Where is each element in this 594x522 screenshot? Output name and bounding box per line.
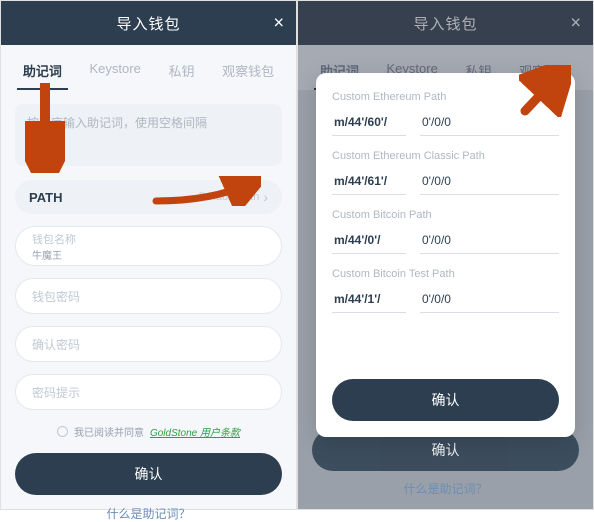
confirm-button[interactable]: 确认 bbox=[15, 453, 282, 495]
path-suffix-input[interactable]: 0'/0/0 bbox=[420, 170, 559, 195]
modal-confirm-button[interactable]: 确认 bbox=[332, 379, 559, 421]
close-icon[interactable]: × bbox=[273, 13, 284, 34]
form-body: 按顺序输入助记词，使用空格间隔 PATH Default Path › 钱包名称… bbox=[1, 90, 296, 522]
path-prefix-input[interactable]: m/44'/1'/ bbox=[332, 288, 406, 313]
screen-import-wallet: 导入钱包 × 助记词 Keystore 私钥 观察钱包 按顺序输入助记词，使用空… bbox=[0, 0, 297, 510]
header: 导入钱包 × bbox=[1, 1, 296, 45]
agree-checkbox[interactable] bbox=[57, 426, 68, 437]
path-modal: Custom Ethereum Path m/44'/60'/ 0'/0/0 C… bbox=[316, 73, 575, 437]
tab-keystore[interactable]: Keystore bbox=[86, 55, 145, 90]
mnemonic-placeholder: 按顺序输入助记词，使用空格间隔 bbox=[27, 116, 207, 130]
confirm-password-field[interactable]: 确认密码 bbox=[15, 326, 282, 362]
agreement-row: 我已阅读并同意 GoldStone 用户条款 bbox=[15, 424, 282, 439]
path-prefix-input[interactable]: m/44'/0'/ bbox=[332, 229, 406, 254]
wallet-name-label: 钱包名称 bbox=[32, 231, 76, 247]
wallet-name-value: 牛魔王 bbox=[32, 247, 62, 262]
agree-text: 我已阅读并同意 bbox=[74, 424, 144, 439]
terms-link[interactable]: GoldStone 用户条款 bbox=[150, 424, 240, 439]
path-row[interactable]: PATH Default Path › bbox=[15, 180, 282, 214]
path-group-label: Custom Bitcoin Test Path bbox=[332, 268, 559, 280]
tab-watchonly[interactable]: 观察钱包 bbox=[218, 55, 278, 90]
password-hint-field[interactable]: 密码提示 bbox=[15, 374, 282, 410]
path-group-btc: Custom Bitcoin Path m/44'/0'/ 0'/0/0 bbox=[332, 209, 559, 254]
tab-mnemonic[interactable]: 助记词 bbox=[19, 55, 66, 90]
tab-privatekey[interactable]: 私钥 bbox=[164, 55, 198, 90]
wallet-name-field[interactable]: 钱包名称 牛魔王 bbox=[15, 226, 282, 266]
path-group-eth: Custom Ethereum Path m/44'/60'/ 0'/0/0 bbox=[332, 91, 559, 136]
path-suffix-input[interactable]: 0'/0/0 bbox=[420, 229, 559, 254]
path-group-label: Custom Ethereum Classic Path bbox=[332, 150, 559, 162]
screen-path-modal: 导入钱包 × 助记词 Keystore 私钥 观察钱包 确认 什么是助记词？ C… bbox=[297, 0, 594, 510]
path-default: Default Path › bbox=[199, 189, 268, 205]
path-suffix-input[interactable]: 0'/0/0 bbox=[420, 288, 559, 313]
chevron-right-icon: › bbox=[263, 189, 268, 205]
path-group-btctest: Custom Bitcoin Test Path m/44'/1'/ 0'/0/… bbox=[332, 268, 559, 313]
path-prefix-input[interactable]: m/44'/60'/ bbox=[332, 111, 406, 136]
path-suffix-input[interactable]: 0'/0/0 bbox=[420, 111, 559, 136]
header-title: 导入钱包 bbox=[116, 13, 180, 34]
help-link[interactable]: 什么是助记词？ bbox=[15, 505, 282, 522]
mnemonic-input[interactable]: 按顺序输入助记词，使用空格间隔 bbox=[15, 104, 282, 166]
header-title: 导入钱包 bbox=[413, 13, 477, 34]
tab-bar: 助记词 Keystore 私钥 观察钱包 bbox=[1, 45, 296, 90]
path-prefix-input[interactable]: m/44'/61'/ bbox=[332, 170, 406, 195]
path-group-label: Custom Bitcoin Path bbox=[332, 209, 559, 221]
path-label: PATH bbox=[29, 190, 62, 205]
help-link-bg: 什么是助记词？ bbox=[298, 480, 593, 497]
wallet-password-field[interactable]: 钱包密码 bbox=[15, 278, 282, 314]
close-icon[interactable]: × bbox=[570, 13, 581, 34]
path-group-etc: Custom Ethereum Classic Path m/44'/61'/ … bbox=[332, 150, 559, 195]
header: 导入钱包 × bbox=[298, 1, 593, 45]
path-group-label: Custom Ethereum Path bbox=[332, 91, 559, 103]
